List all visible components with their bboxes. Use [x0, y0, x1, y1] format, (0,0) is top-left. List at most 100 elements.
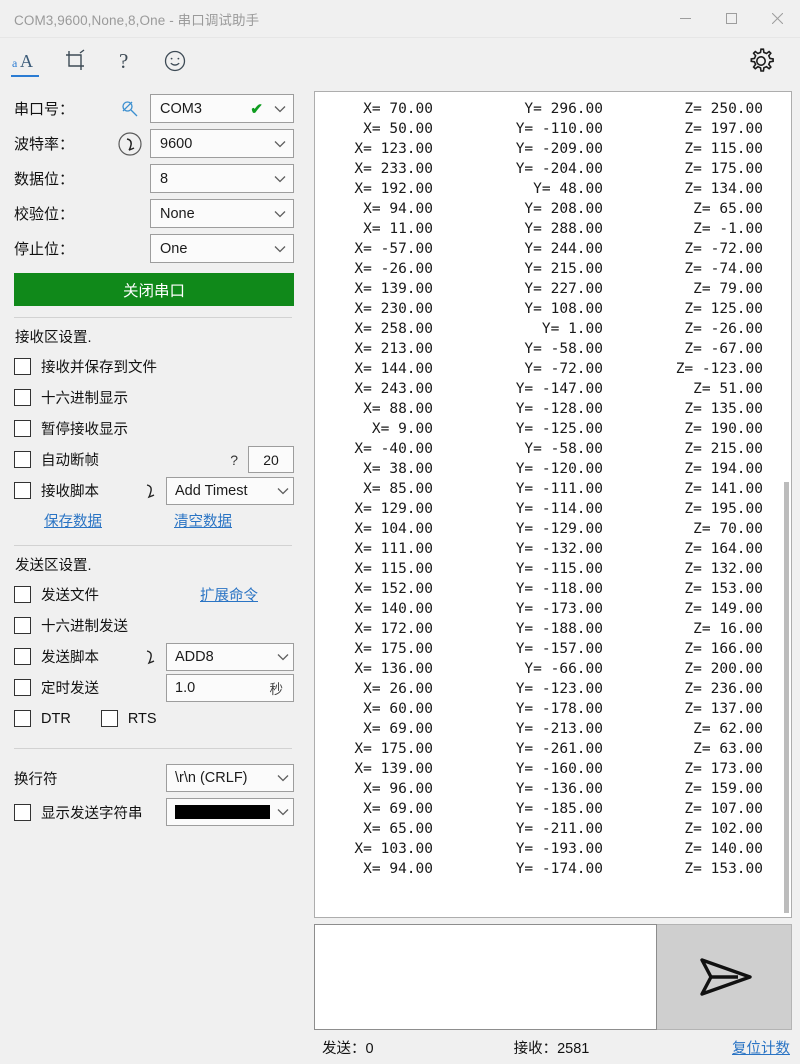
receive-line: X= 192.00 Y= 48.00 Z= 134.00: [325, 179, 791, 199]
send-string-color-select[interactable]: [166, 798, 294, 826]
chevron-down-icon: [277, 804, 289, 820]
auto-break-help-icon[interactable]: ?: [230, 452, 238, 468]
save-to-file-checkbox[interactable]: [14, 358, 31, 375]
receive-links: 保存数据 清空数据: [14, 506, 294, 534]
save-to-file-row[interactable]: 接收并保存到文件: [14, 351, 294, 382]
gear-icon[interactable]: [736, 38, 786, 83]
receive-x-value: X= 9.00: [371, 421, 433, 437]
auto-break-checkbox[interactable]: [14, 451, 31, 468]
baud-script-icon[interactable]: [110, 130, 150, 158]
newline-row: 换行符 \r\n (CRLF): [14, 761, 294, 795]
settings-sidebar: 串口号： COM3 ✔ 波特率： 9600 数据位： 8 校验位： None 停…: [0, 83, 306, 1064]
timed-send-input[interactable]: 1.0 秒: [166, 673, 294, 702]
send-script-select[interactable]: ADD8: [166, 642, 294, 671]
recv-script-select[interactable]: Add Timest: [166, 476, 294, 505]
receive-y-value: Y= -114.00: [515, 501, 603, 517]
toggle-port-button[interactable]: 关闭串口: [14, 273, 294, 306]
newline-label: 换行符: [14, 771, 58, 788]
receive-z-value: Z= -1.00: [693, 221, 763, 237]
receive-y-value: Y= -58.00: [524, 441, 603, 457]
receive-line: X= 69.00 Y= -185.00 Z= 107.00: [325, 799, 791, 819]
receive-line: X= 88.00 Y= -128.00 Z= 135.00: [325, 399, 791, 419]
receive-z-value: Z= 153.00: [684, 581, 763, 597]
receive-y-value: Y= 48.00: [533, 181, 603, 197]
receive-section-title: 接收区设置.: [15, 330, 92, 346]
receive-line: X= 26.00 Y= -123.00 Z= 236.00: [325, 679, 791, 699]
hex-display-row[interactable]: 十六进制显示: [14, 382, 294, 413]
receive-z-value: Z= 79.00: [693, 281, 763, 297]
refresh-ports-icon[interactable]: [110, 99, 150, 119]
pause-display-checkbox[interactable]: [14, 420, 31, 437]
receive-z-value: Z= 149.00: [684, 601, 763, 617]
timed-send-label: 定时发送: [41, 681, 99, 697]
hex-send-checkbox[interactable]: [14, 617, 31, 634]
divider: [14, 545, 292, 546]
close-button[interactable]: [754, 0, 800, 38]
baud-select[interactable]: 9600: [150, 129, 294, 158]
receive-z-value: Z= 175.00: [684, 161, 763, 177]
stopbits-select[interactable]: One: [150, 234, 294, 263]
maximize-button[interactable]: [708, 0, 754, 38]
newline-select[interactable]: \r\n (CRLF): [166, 764, 294, 792]
receive-x-value: X= -57.00: [354, 241, 433, 257]
dtr-checkbox[interactable]: [14, 710, 31, 727]
recv-script-edit-icon[interactable]: [136, 481, 166, 501]
send-file-checkbox[interactable]: [14, 586, 31, 603]
port-select[interactable]: COM3 ✔: [150, 94, 294, 123]
receive-line: X= 230.00 Y= 108.00 Z= 125.00: [325, 299, 791, 319]
send-button[interactable]: [657, 924, 792, 1030]
hex-display-checkbox[interactable]: [14, 389, 31, 406]
send-input[interactable]: [314, 924, 657, 1030]
clear-data-link[interactable]: 清空数据: [174, 510, 232, 531]
save-data-link[interactable]: 保存数据: [44, 510, 102, 531]
parity-label: 校验位：: [14, 206, 75, 223]
receive-x-value: X= 50.00: [363, 121, 433, 137]
receive-z-value: Z= 215.00: [684, 441, 763, 457]
chevron-down-icon: [271, 245, 289, 253]
receive-lines: X= 70.00 Y= 296.00 Z= 250.00 X= 50.00 Y= -11…: [315, 92, 791, 879]
receive-x-value: X= 175.00: [354, 741, 433, 757]
parity-select[interactable]: None: [150, 199, 294, 228]
receive-x-value: X= 152.00: [354, 581, 433, 597]
crop-icon[interactable]: [50, 38, 100, 83]
receive-z-value: Z= 135.00: [684, 401, 763, 417]
send-script-checkbox[interactable]: [14, 648, 31, 665]
receive-line: X= 129.00 Y= -114.00 Z= 195.00: [325, 499, 791, 519]
pause-display-row[interactable]: 暂停接收显示: [14, 413, 294, 444]
receive-line: X= 139.00 Y= -160.00 Z= 173.00: [325, 759, 791, 779]
minimize-button[interactable]: [662, 0, 708, 38]
receive-line: X= 144.00 Y= -72.00 Z= -123.00: [325, 359, 791, 379]
auto-break-row: 自动断帧 ? 20: [14, 444, 294, 475]
receive-textarea[interactable]: X= 70.00 Y= 296.00 Z= 250.00 X= 50.00 Y= -11…: [314, 91, 792, 918]
receive-scrollbar[interactable]: [784, 482, 789, 913]
extend-command-link[interactable]: 扩展命令: [200, 584, 258, 605]
receive-x-value: X= 243.00: [354, 381, 433, 397]
receive-z-value: Z= 166.00: [684, 641, 763, 657]
receive-z-value: Z= 159.00: [684, 781, 763, 797]
show-send-string-checkbox[interactable]: [14, 803, 31, 821]
send-script-edit-icon[interactable]: [136, 647, 166, 667]
receive-line: X= 38.00 Y= -120.00 Z= 194.00: [325, 459, 791, 479]
chevron-down-icon: [271, 140, 289, 148]
recv-script-checkbox[interactable]: [14, 482, 31, 499]
receive-y-value: Y= -261.00: [515, 741, 603, 757]
receive-z-value: Z= 153.00: [684, 861, 763, 877]
help-icon[interactable]: ?: [100, 38, 150, 83]
receive-x-value: X= 139.00: [354, 281, 433, 297]
send-script-value: ADD8: [175, 648, 214, 665]
hex-send-row[interactable]: 十六进制发送: [14, 610, 294, 641]
receive-y-value: Y= -188.00: [515, 621, 603, 637]
receive-y-value: Y= -58.00: [524, 341, 603, 357]
databits-select[interactable]: 8: [150, 164, 294, 193]
receive-line: X= 60.00 Y= -178.00 Z= 137.00: [325, 699, 791, 719]
reset-counter-link[interactable]: 复位计数: [732, 1037, 790, 1058]
send-file-row: 发送文件 扩展命令: [14, 579, 294, 610]
timed-send-checkbox[interactable]: [14, 679, 31, 696]
receive-z-value: Z= 70.00: [693, 521, 763, 537]
chevron-down-icon: [271, 105, 289, 113]
auto-break-input[interactable]: 20: [248, 446, 294, 473]
font-icon[interactable]: a A: [0, 38, 50, 83]
rts-checkbox[interactable]: [100, 710, 118, 727]
smiley-icon[interactable]: [150, 38, 200, 83]
receive-x-value: X= 129.00: [354, 501, 433, 517]
